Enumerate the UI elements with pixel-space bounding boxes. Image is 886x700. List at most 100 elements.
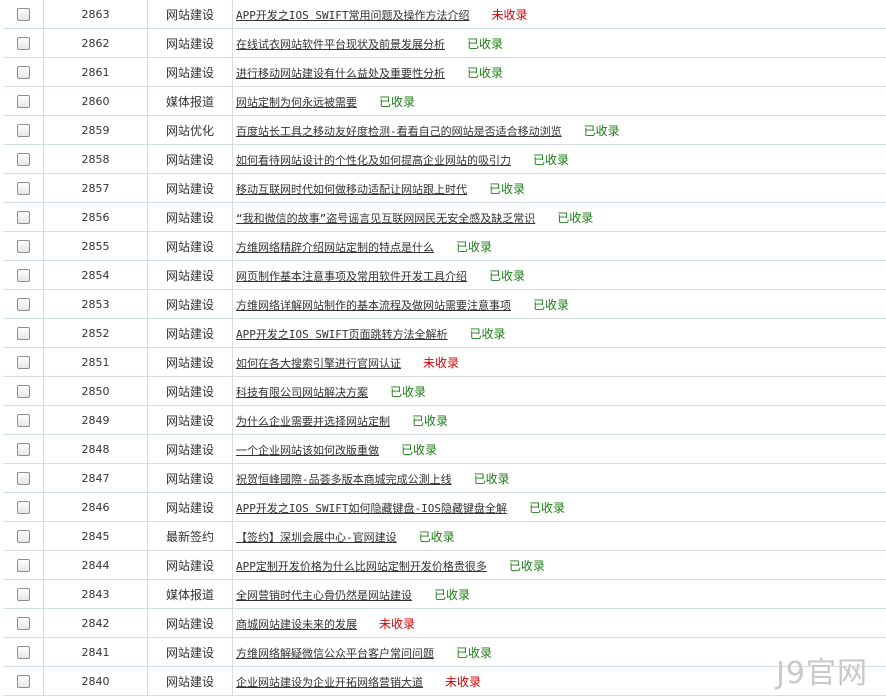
- row-checkbox[interactable]: [16, 530, 30, 543]
- row-checkbox[interactable]: [16, 211, 30, 224]
- article-title-cell: 进行移动网站建设有什么益处及重要性分析 已收录: [232, 57, 886, 87]
- article-title-cell: 科技有限公司网站解决方案 已收录: [232, 376, 886, 406]
- article-title-link[interactable]: 一个企业网站该如何改版重做: [236, 444, 379, 457]
- table-row: 2852 网站建设 APP开发之IOS SWIFT页面跳转方法全解析 已收录: [3, 318, 886, 348]
- article-title-link[interactable]: 方维网络解疑微信公众平台客户常问问题: [236, 647, 434, 660]
- article-id: 2841: [43, 637, 148, 667]
- table-row: 2842 网站建设 商城网站建设未来的发展 未收录: [3, 608, 886, 638]
- article-title-link[interactable]: 【签约】深圳会展中心-官网建设: [236, 531, 397, 544]
- article-title-link[interactable]: 网页制作基本注意事项及常用软件开发工具介绍: [236, 270, 467, 283]
- article-category: 网站建设: [147, 173, 233, 203]
- article-title-link[interactable]: 全网营销时代主心骨仍然是网站建设: [236, 589, 412, 602]
- article-title-link[interactable]: 企业网站建设为企业开拓网络营销大道: [236, 676, 423, 689]
- row-checkbox[interactable]: [16, 385, 30, 398]
- row-checkbox[interactable]: [16, 124, 30, 137]
- row-checkbox[interactable]: [16, 240, 30, 253]
- article-title-cell: 方维网络精辟介绍网站定制的特点是什么 已收录: [232, 231, 886, 261]
- article-title-link[interactable]: “我和微信的故事”盗号谣言见互联网网民无安全感及缺乏常识: [236, 212, 535, 225]
- table-row: 2856 网站建设 “我和微信的故事”盗号谣言见互联网网民无安全感及缺乏常识 已收录: [3, 202, 886, 232]
- article-table: 2863 网站建设 APP开发之IOS SWIFT常用问题及操作方法介绍 未收录 286…: [3, 0, 886, 696]
- article-title-link[interactable]: 如何看待网站设计的个性化及如何提高企业网站的吸引力: [236, 154, 511, 167]
- article-title-link[interactable]: 如何在各大搜索引擎进行官网认证: [236, 357, 401, 370]
- row-checkbox[interactable]: [16, 588, 30, 601]
- article-title-cell: 在线试衣网站软件平台现状及前景发展分析 已收录: [232, 28, 886, 58]
- article-table-body: 2863 网站建设 APP开发之IOS SWIFT常用问题及操作方法介绍 未收录 286…: [3, 0, 886, 696]
- row-checkbox[interactable]: [16, 298, 30, 311]
- article-id: 2852: [43, 318, 148, 348]
- row-checkbox[interactable]: [16, 414, 30, 427]
- article-title-link[interactable]: APP开发之IOS SWIFT如何隐藏键盘-IOS隐藏键盘全解: [236, 502, 507, 515]
- row-checkbox[interactable]: [16, 153, 30, 166]
- row-checkbox[interactable]: [16, 617, 30, 630]
- row-checkbox-cell: [3, 492, 44, 522]
- row-checkbox[interactable]: [16, 646, 30, 659]
- article-title-link[interactable]: 进行移动网站建设有什么益处及重要性分析: [236, 67, 445, 80]
- table-row: 2849 网站建设 为什么企业需要并选择网站定制 已收录: [3, 405, 886, 435]
- article-title-cell: 一个企业网站该如何改版重做 已收录: [232, 434, 886, 464]
- index-status: 已收录: [379, 94, 416, 109]
- row-checkbox[interactable]: [16, 356, 30, 369]
- index-status: 未收录: [379, 616, 416, 631]
- index-status: 已收录: [456, 645, 493, 660]
- table-row: 2862 网站建设 在线试衣网站软件平台现状及前景发展分析 已收录: [3, 28, 886, 58]
- table-row: 2858 网站建设 如何看待网站设计的个性化及如何提高企业网站的吸引力 已收录: [3, 144, 886, 174]
- article-category: 网站建设: [147, 202, 233, 232]
- table-row: 2863 网站建设 APP开发之IOS SWIFT常用问题及操作方法介绍 未收录: [3, 0, 886, 29]
- article-title-link[interactable]: 移动互联网时代如何做移动适配让网站跟上时代: [236, 183, 467, 196]
- article-title-link[interactable]: 网站定制为何永远被需要: [236, 96, 357, 109]
- article-title-link[interactable]: 祝贺恒峰國際-品荟多版本商城完成公測上线: [236, 473, 452, 486]
- article-id: 2844: [43, 550, 148, 580]
- row-checkbox-cell: [3, 608, 44, 638]
- row-checkbox[interactable]: [16, 501, 30, 514]
- article-title-link[interactable]: APP定制开发价格为什么比网站定制开发价格贵很多: [236, 560, 487, 573]
- row-checkbox[interactable]: [16, 37, 30, 50]
- article-title-link[interactable]: 百度站长工具之移动友好度检测-看看自己的网站是否适合移动浏览: [236, 125, 562, 138]
- row-checkbox-cell: [3, 260, 44, 290]
- row-checkbox[interactable]: [16, 66, 30, 79]
- article-title-link[interactable]: 商城网站建设未来的发展: [236, 618, 357, 631]
- row-checkbox[interactable]: [16, 182, 30, 195]
- row-checkbox-cell: [3, 579, 44, 609]
- article-category: 网站建设: [147, 463, 233, 493]
- article-id: 2859: [43, 115, 148, 145]
- row-checkbox[interactable]: [16, 327, 30, 340]
- index-status: 已收录: [557, 210, 594, 225]
- article-category: 网站建设: [147, 492, 233, 522]
- table-row: 2847 网站建设 祝贺恒峰國際-品荟多版本商城完成公測上线 已收录: [3, 463, 886, 493]
- article-category: 最新签约: [147, 521, 233, 551]
- row-checkbox[interactable]: [16, 95, 30, 108]
- article-title-cell: “我和微信的故事”盗号谣言见互联网网民无安全感及缺乏常识 已收录: [232, 202, 886, 232]
- article-id: 2855: [43, 231, 148, 261]
- article-title-link[interactable]: 方维网络详解网站制作的基本流程及做网站需要注意事项: [236, 299, 511, 312]
- article-title-cell: APP开发之IOS SWIFT页面跳转方法全解析 已收录: [232, 318, 886, 348]
- article-category: 网站建设: [147, 608, 233, 638]
- article-id: 2846: [43, 492, 148, 522]
- article-title-link[interactable]: 在线试衣网站软件平台现状及前景发展分析: [236, 38, 445, 51]
- row-checkbox-cell: [3, 289, 44, 319]
- article-title-link[interactable]: APP开发之IOS SWIFT常用问题及操作方法介绍: [236, 9, 469, 22]
- article-id: 2851: [43, 347, 148, 377]
- table-row: 2845 最新签约 【签约】深圳会展中心-官网建设 已收录: [3, 521, 886, 551]
- index-status: 已收录: [467, 65, 504, 80]
- index-status: 已收录: [390, 384, 427, 399]
- article-id: 2848: [43, 434, 148, 464]
- row-checkbox-cell: [3, 202, 44, 232]
- article-title-cell: 网站定制为何永远被需要 已收录: [232, 86, 886, 116]
- article-category: 网站建设: [147, 57, 233, 87]
- article-title-link[interactable]: 为什么企业需要并选择网站定制: [236, 415, 390, 428]
- row-checkbox[interactable]: [16, 8, 30, 21]
- index-status: 已收录: [489, 268, 526, 283]
- row-checkbox[interactable]: [16, 472, 30, 485]
- article-title-link[interactable]: 方维网络精辟介绍网站定制的特点是什么: [236, 241, 434, 254]
- article-category: 网站建设: [147, 550, 233, 580]
- article-category: 网站建设: [147, 347, 233, 377]
- row-checkbox[interactable]: [16, 559, 30, 572]
- row-checkbox-cell: [3, 550, 44, 580]
- table-row: 2841 网站建设 方维网络解疑微信公众平台客户常问问题 已收录: [3, 637, 886, 667]
- article-title-link[interactable]: APP开发之IOS SWIFT页面跳转方法全解析: [236, 328, 447, 341]
- index-status: 已收录: [401, 442, 438, 457]
- row-checkbox[interactable]: [16, 675, 30, 688]
- article-title-link[interactable]: 科技有限公司网站解决方案: [236, 386, 368, 399]
- row-checkbox[interactable]: [16, 443, 30, 456]
- row-checkbox[interactable]: [16, 269, 30, 282]
